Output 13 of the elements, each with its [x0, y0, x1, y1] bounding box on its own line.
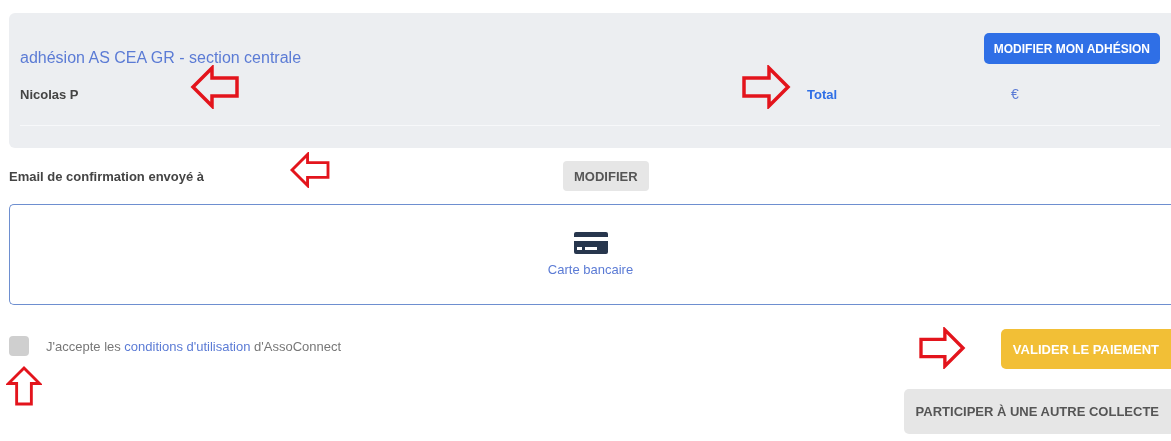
edit-membership-button[interactable]: MODIFIER MON ADHÉSION [983, 33, 1160, 64]
member-name: Nicolas P [20, 86, 79, 102]
total-label: Total [807, 86, 838, 102]
terms-checkbox[interactable] [9, 336, 29, 356]
other-collection-button[interactable]: PARTICIPER À UNE AUTRE COLLECTE [903, 389, 1171, 434]
modify-button[interactable]: MODIFIER [563, 161, 649, 191]
email-label: Email de confirmation envoyé à [9, 168, 205, 184]
total-value: € [1011, 86, 1019, 102]
terms-text: J'accepte les conditions d'utilisation d'AssoConnect [46, 338, 342, 354]
terms-link[interactable]: conditions d'utilisation [124, 338, 251, 354]
membership-title: adhésion AS CEA GR - section centrale [20, 49, 302, 67]
card-option-label[interactable]: Carte bancaire [547, 262, 634, 277]
credit-card-icon [573, 232, 608, 254]
